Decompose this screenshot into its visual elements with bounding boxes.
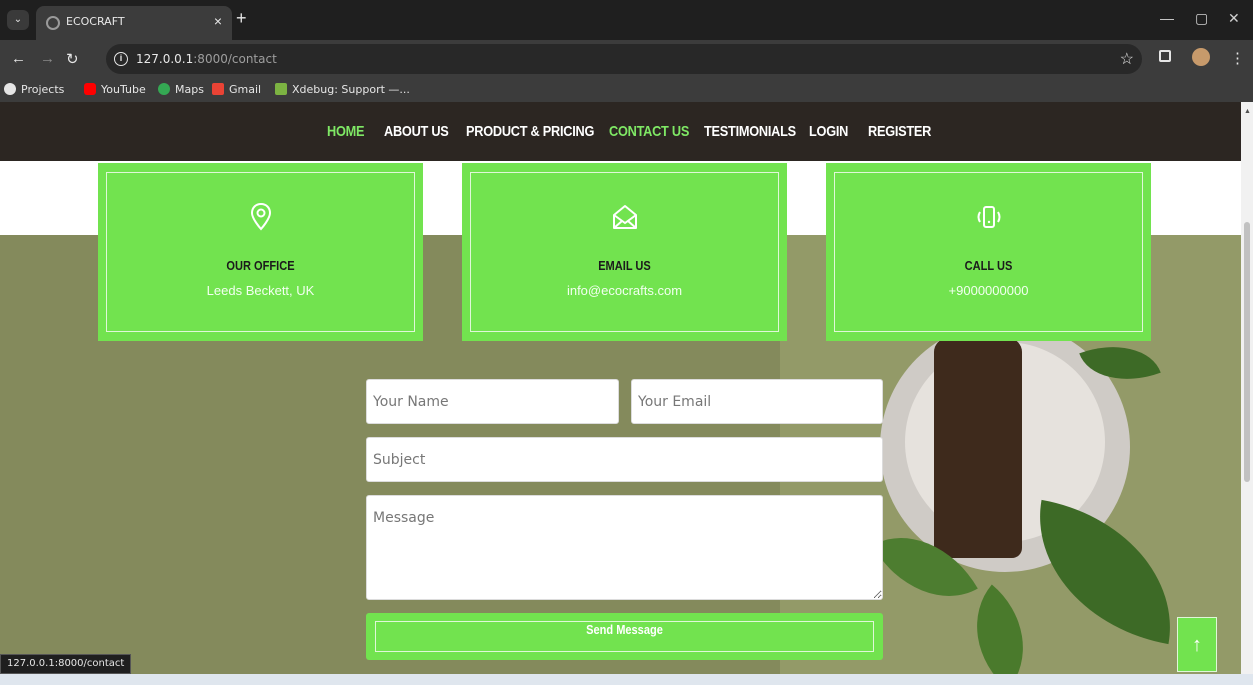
amber-bottle bbox=[934, 338, 1022, 558]
contact-card-office: OUR OFFICE Leeds Beckett, UK bbox=[98, 163, 423, 341]
nav-register[interactable]: REGISTER bbox=[868, 123, 931, 140]
nav-home[interactable]: HOME bbox=[327, 123, 364, 140]
bookmarks-bar: Projects YouTube Maps Gmail Xdebug: Supp… bbox=[0, 78, 1253, 102]
scroll-thumb[interactable] bbox=[1244, 222, 1250, 482]
browser-menu-icon[interactable]: ⋮ bbox=[1230, 49, 1245, 67]
nav-about-us[interactable]: ABOUT US bbox=[384, 123, 449, 140]
browser-tab-bar: ⌄ ECOCRAFT × + — ▢ ✕ bbox=[0, 0, 1253, 40]
card-title: OUR OFFICE bbox=[226, 258, 295, 273]
bookmark-projects[interactable]: Projects bbox=[4, 83, 64, 96]
tab-close-button[interactable]: × bbox=[214, 13, 222, 29]
close-window-icon[interactable]: ✕ bbox=[1228, 10, 1240, 27]
card-title: CALL US bbox=[964, 258, 1013, 273]
phone-vibrate-icon bbox=[826, 203, 1151, 236]
bookmark-label: Maps bbox=[175, 83, 204, 96]
back-to-top-button[interactable]: ↑ bbox=[1177, 617, 1217, 672]
card-text: +9000000000 bbox=[948, 283, 1029, 298]
site-info-icon[interactable]: i bbox=[114, 52, 128, 66]
sidebar-toggle-icon[interactable] bbox=[1159, 50, 1171, 62]
subject-input[interactable] bbox=[366, 437, 883, 482]
card-border bbox=[834, 172, 1143, 332]
send-message-label: Send Message bbox=[586, 622, 663, 637]
bookmark-label: Xdebug: Support —... bbox=[292, 83, 410, 96]
page-viewport: HOME ABOUT US PRODUCT & PRICING CONTACT … bbox=[0, 102, 1241, 685]
nav-contact-us[interactable]: CONTACT US bbox=[609, 123, 689, 140]
card-title: EMAIL US bbox=[598, 258, 651, 273]
tab-search-button[interactable]: ⌄ bbox=[7, 10, 29, 30]
location-pin-icon bbox=[98, 202, 423, 236]
site-navbar: HOME ABOUT US PRODUCT & PRICING CONTACT … bbox=[0, 102, 1241, 161]
bookmark-label: Projects bbox=[21, 83, 65, 96]
xdebug-icon bbox=[275, 83, 287, 95]
gmail-icon bbox=[212, 83, 224, 95]
card-text: info@ecocrafts.com bbox=[566, 283, 683, 298]
forward-arrow-icon[interactable]: → bbox=[40, 50, 55, 67]
bookmark-youtube[interactable]: YouTube bbox=[84, 83, 146, 96]
address-toolbar: ← → ↻ i 127.0.0.1:8000/contact ☆ ⋮ bbox=[0, 40, 1253, 78]
nav-login[interactable]: LOGIN bbox=[809, 123, 848, 140]
bookmark-star-icon[interactable]: ☆ bbox=[1120, 49, 1134, 69]
os-taskbar bbox=[0, 674, 1253, 685]
nav-testimonials[interactable]: TESTIMONIALS bbox=[704, 123, 796, 140]
scroll-up-icon[interactable]: ▲ bbox=[1244, 108, 1251, 115]
envelope-icon bbox=[462, 203, 787, 236]
card-border bbox=[106, 172, 415, 332]
tab-title: ECOCRAFT bbox=[66, 15, 125, 28]
message-textarea[interactable] bbox=[366, 495, 883, 600]
link-status-bubble: 127.0.0.1:8000/contact bbox=[0, 654, 132, 674]
new-tab-button[interactable]: + bbox=[236, 8, 247, 29]
back-arrow-icon[interactable]: ← bbox=[11, 50, 26, 67]
bookmark-label: Gmail bbox=[229, 83, 262, 96]
address-bar[interactable]: i 127.0.0.1:8000/contact ☆ bbox=[106, 44, 1142, 74]
url-text[interactable]: 127.0.0.1:8000/contact bbox=[136, 52, 277, 66]
url-path: :8000/contact bbox=[193, 52, 277, 66]
maps-icon bbox=[158, 83, 170, 95]
send-message-button[interactable]: Send Message bbox=[366, 613, 883, 660]
nav-product-pricing[interactable]: PRODUCT & PRICING bbox=[466, 123, 594, 140]
tab-favicon-icon bbox=[46, 16, 60, 30]
bookmark-maps[interactable]: Maps bbox=[158, 83, 204, 96]
bookmark-xdebug[interactable]: Xdebug: Support —... bbox=[275, 83, 410, 96]
profile-avatar[interactable] bbox=[1192, 48, 1210, 66]
card-text: Leeds Beckett, UK bbox=[206, 283, 315, 298]
contact-card-call: CALL US +9000000000 bbox=[826, 163, 1151, 341]
bookmark-label: YouTube bbox=[101, 83, 146, 96]
minimize-icon[interactable]: — bbox=[1160, 10, 1174, 26]
bookmark-gmail[interactable]: Gmail bbox=[212, 83, 261, 96]
reload-icon[interactable]: ↻ bbox=[66, 50, 79, 68]
page-scrollbar[interactable]: ▲ ▼ bbox=[1241, 102, 1253, 685]
browser-tab[interactable]: ECOCRAFT × bbox=[36, 6, 232, 40]
globe-icon bbox=[4, 83, 16, 95]
card-border bbox=[470, 172, 779, 332]
contact-card-email: EMAIL US info@ecocrafts.com bbox=[462, 163, 787, 341]
youtube-icon bbox=[84, 83, 96, 95]
email-input[interactable] bbox=[631, 379, 883, 424]
name-input[interactable] bbox=[366, 379, 619, 424]
arrow-up-icon: ↑ bbox=[1192, 634, 1202, 656]
url-host: 127.0.0.1 bbox=[136, 52, 194, 66]
restore-icon[interactable]: ▢ bbox=[1195, 10, 1208, 27]
